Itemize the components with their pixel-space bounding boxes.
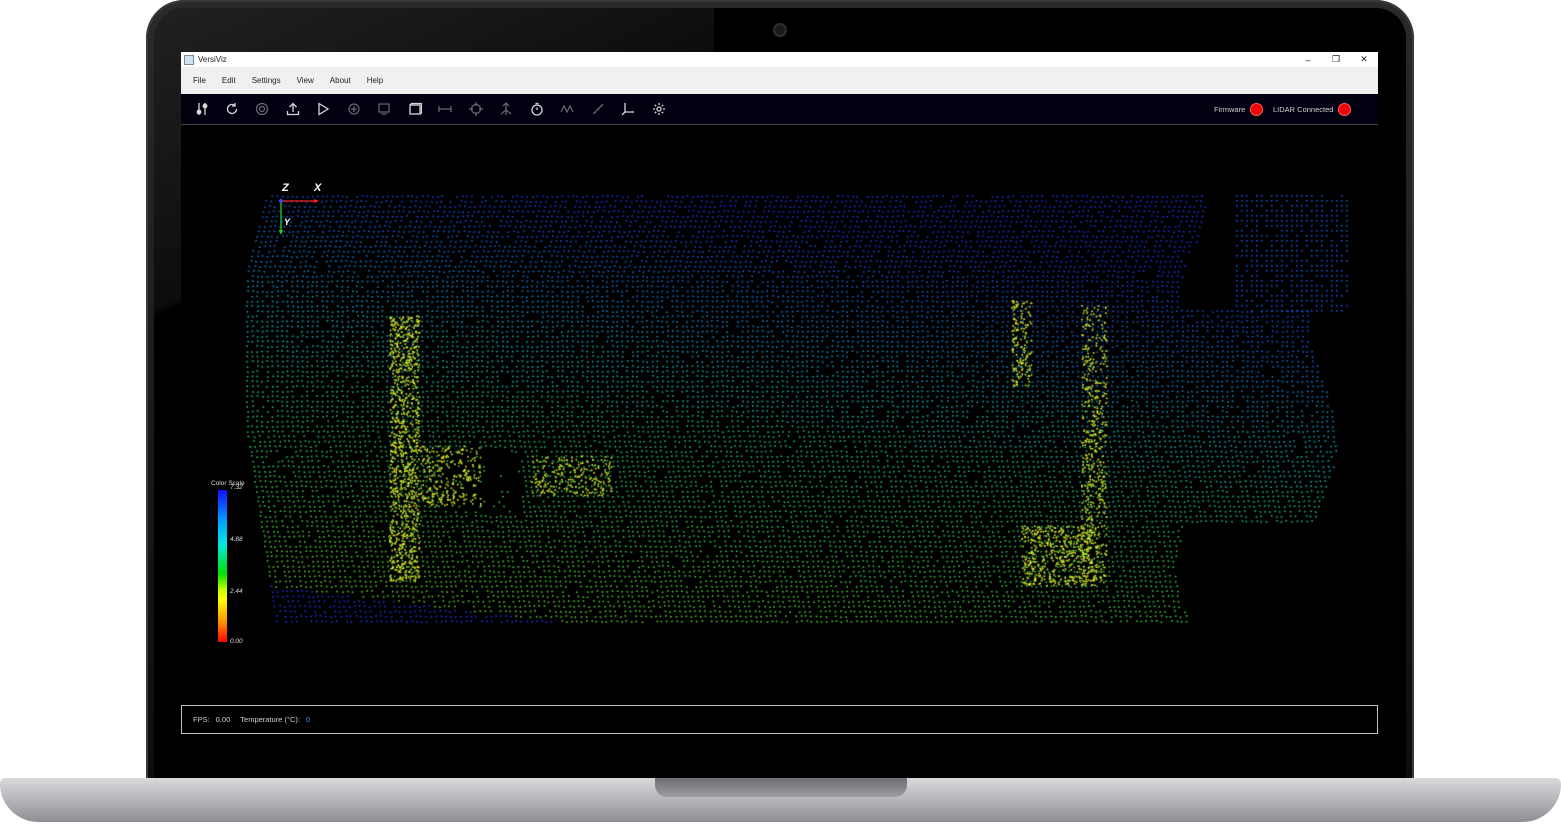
refresh-icon[interactable]	[224, 101, 240, 117]
crop-box-icon[interactable]	[407, 101, 423, 117]
color-scale-tick-3: 2.44	[230, 588, 243, 595]
wave-icon[interactable]	[559, 101, 575, 117]
firmware-label: Firmware	[1214, 104, 1246, 114]
firmware-status: Firmware	[1214, 94, 1263, 124]
lidar-indicator-icon	[1339, 103, 1351, 115]
toolbar: Firmware LIDAR Connected	[181, 94, 1378, 125]
menu-settings[interactable]: Settings	[248, 76, 285, 85]
menu-edit[interactable]: Edit	[218, 76, 240, 85]
laptop-notch	[655, 778, 907, 797]
lidar-label: LIDAR Connected	[1273, 104, 1334, 114]
axis-x-label: X	[314, 182, 322, 194]
vertical-axis-icon[interactable]	[498, 101, 514, 117]
minimize-button[interactable]: –	[1294, 52, 1322, 67]
color-scale-tick-max: 7.32	[230, 484, 243, 491]
gear-icon[interactable]	[651, 101, 667, 117]
settings-adjust-icon[interactable]	[194, 101, 210, 117]
measure-icon[interactable]	[437, 101, 453, 117]
record-icon[interactable]	[254, 101, 270, 117]
color-scale-tick-2: 4.88	[230, 536, 243, 543]
window-controls: – ❐ ✕	[1294, 52, 1378, 67]
axis-z-label: Z	[282, 182, 289, 194]
window-title: VersiViz	[198, 55, 227, 64]
point-cloud[interactable]	[181, 125, 1378, 703]
firmware-indicator-icon	[1251, 103, 1263, 115]
webcam	[773, 23, 787, 37]
ruler-icon[interactable]	[590, 101, 606, 117]
axes-icon[interactable]	[620, 101, 636, 117]
app-window: VersiViz – ❐ ✕ File Edit Settings View A…	[181, 52, 1378, 735]
frame-icon[interactable]	[376, 101, 392, 117]
menu-about[interactable]: About	[326, 76, 355, 85]
temperature-value: 0	[305, 715, 311, 724]
fps-label: FPS:	[193, 715, 210, 724]
menu-view[interactable]: View	[293, 76, 318, 85]
axes-gizmo-icon	[279, 199, 319, 235]
color-scale-tick-min: 0.00	[230, 638, 243, 645]
temperature-label: Temperature (°C):	[240, 715, 300, 724]
app-icon	[184, 54, 194, 65]
point-cloud-viewport[interactable]: Z X Y Color Scale 7.32 4.88 2.44 0.00	[181, 125, 1378, 703]
color-scale-legend: Color Scale 7.32 4.88 2.44 0.00	[211, 480, 271, 650]
title-bar: VersiViz – ❐ ✕	[181, 52, 1378, 67]
menu-file[interactable]: File	[189, 76, 210, 85]
restore-button[interactable]: ❐	[1322, 52, 1350, 67]
timer-icon[interactable]	[529, 101, 545, 117]
export-icon[interactable]	[285, 101, 301, 117]
color-scale-bar	[218, 490, 227, 642]
menu-help[interactable]: Help	[363, 76, 387, 85]
fps-value: 0.00	[215, 715, 231, 724]
status-bar: FPS: 0.00 Temperature (°C): 0	[181, 705, 1378, 734]
camera-view-icon[interactable]	[346, 101, 362, 117]
target-icon[interactable]	[468, 101, 484, 117]
menu-bar: File Edit Settings View About Help	[181, 67, 1378, 94]
play-icon[interactable]	[315, 101, 331, 117]
close-button[interactable]: ✕	[1350, 52, 1378, 67]
lidar-status: LIDAR Connected	[1273, 94, 1351, 124]
axis-y-label: Y	[284, 217, 291, 227]
